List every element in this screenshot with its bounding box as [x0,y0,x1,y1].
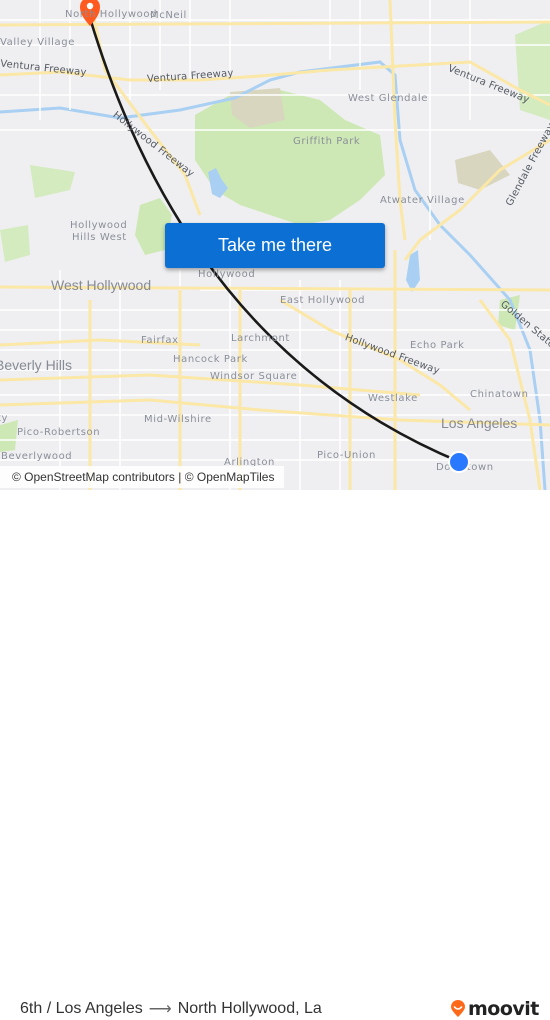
label-pico-union: Pico-Union [317,450,376,461]
label-hollywood-hills: Hollywood [70,220,128,231]
griffith-park-area [195,90,385,225]
footer: 6th / Los Angeles ⟶ North Hollywood, La … [0,490,550,1020]
label-hancock-park: Hancock Park [173,354,248,365]
label-downtown: Downtown [436,462,494,473]
park-sw-area [0,420,18,452]
label-hills-west: Hills West [72,232,127,243]
route-summary: 6th / Los Angeles ⟶ North Hollywood, La [20,999,322,1019]
label-los-angeles: Los Angeles [441,415,518,431]
park-area-west2 [0,225,30,262]
origin-name: 6th / Los Angeles [20,1000,143,1017]
map-view[interactable]: North Hollywood McNeil Valley Village Ve… [0,0,550,490]
label-chinatown: Chinatown [470,389,529,400]
destination-name: North Hollywood, La [177,1000,322,1017]
label-fairfax: Fairfax [141,335,179,346]
label-mid-wilshire: Mid-Wilshire [144,414,212,425]
label-east-hollywood: East Hollywood [280,295,366,306]
label-echo-park: Echo Park [410,340,465,351]
arrow-right-icon: ⟶ [148,1001,172,1018]
label-valley-village: Valley Village [0,37,75,48]
label-pico-robertson: Pico-Robertson [17,427,101,438]
map-attribution[interactable]: © OpenStreetMap contributors | © OpenMap… [0,466,285,488]
label-city: City [0,413,8,424]
park-east-green [515,20,550,120]
label-west-glendale: West Glendale [348,93,428,104]
label-hollywood: Hollywood [198,269,256,280]
label-griffith-park: Griffith Park [293,136,361,147]
label-beverlywood: Beverlywood [1,451,73,462]
take-me-there-button[interactable]: Take me there [165,223,385,268]
park-area-west [30,165,75,198]
label-atwater-village: Atwater Village [380,195,465,206]
moovit-logo[interactable]: moovit [450,998,539,1020]
label-westlake: Westlake [368,393,418,404]
moovit-wordmark: moovit [468,998,539,1020]
label-windsor-square: Windsor Square [210,371,298,382]
label-larchmont: Larchmont [231,333,290,344]
label-mcneil: McNeil [150,10,187,21]
label-west-hollywood: West Hollywood [51,277,152,293]
label-north-hollywood: North Hollywood [65,9,158,20]
moovit-pin-icon [451,1000,465,1017]
label-beverly-hills: Beverly Hills [0,357,73,373]
